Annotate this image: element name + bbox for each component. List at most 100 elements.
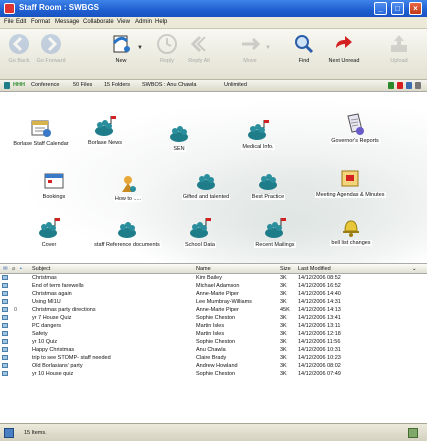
message-icon: [2, 355, 8, 360]
title-bar: Staff Room : SWBGS _ □ ×: [0, 0, 427, 17]
size-cell: 3K: [280, 355, 287, 361]
find-button[interactable]: Find: [286, 31, 322, 77]
menu-view[interactable]: View: [117, 19, 130, 25]
item-staff-reference[interactable]: staff Reference documents: [92, 216, 162, 248]
date-cell: 14/12/2006 14:31: [298, 299, 341, 305]
upload-icon: [391, 35, 407, 52]
name-cell: Martin Isles: [196, 331, 225, 337]
flag-icon[interactable]: [397, 82, 403, 89]
item-sen[interactable]: SEN: [144, 120, 214, 152]
message-icon: [2, 283, 8, 288]
move-button[interactable]: Move: [232, 31, 268, 77]
table-row[interactable]: Happy Christmas Anu Chawla 3K 14/12/2006 10…: [0, 346, 427, 354]
folder-icon: [118, 222, 136, 238]
subject-cell: yr 10 Quiz: [32, 339, 58, 345]
current-user: SWBOS : Anu Chawla: [142, 82, 197, 88]
menu-help[interactable]: Help: [155, 19, 167, 25]
name-cell: Lee Mumbray-Williams: [196, 299, 252, 305]
table-row[interactable]: 0 Christmas party directions Anne-Marie Pi…: [0, 306, 427, 314]
flag-column-icon[interactable]: ▪: [20, 266, 22, 272]
menu-edit[interactable]: Edit: [16, 19, 26, 25]
new-button[interactable]: New: [103, 31, 139, 77]
date-cell: 14/12/2006 08:52: [298, 275, 341, 281]
size-cell: 3K: [280, 315, 287, 321]
table-row[interactable]: Safety Martin Isles 3K 14/12/2006 12:18: [0, 330, 427, 338]
forward-button[interactable]: Go Forward: [33, 31, 69, 77]
settings-icon[interactable]: [415, 82, 421, 89]
name-column-header[interactable]: Name: [196, 266, 211, 272]
table-row[interactable]: End of term farewells Michael Adamson 3K 14…: [0, 282, 427, 290]
subject-column-header[interactable]: Subject: [32, 266, 50, 272]
message-list: Christmas Kim Bailey 3K 14/12/2006 08:52 End…: [0, 274, 427, 423]
item-bell-list-changes[interactable]: bell list changes: [316, 216, 386, 246]
subject-cell: yr 10 House quiz: [32, 371, 74, 377]
folder-icon: [197, 174, 215, 190]
table-row[interactable]: yr 10 Quiz Sophie Cheston 3K 14/12/2006 11:…: [0, 338, 427, 346]
upload-button[interactable]: Upload: [381, 31, 417, 77]
last-modified-column-header[interactable]: Last Modified: [298, 266, 331, 272]
item-best-practice[interactable]: Best Practice: [233, 168, 303, 200]
reply-all-button[interactable]: Reply All: [181, 31, 217, 77]
item-how-to[interactable]: How to .....: [93, 174, 163, 202]
item-medical-info[interactable]: Medical Info.: [223, 118, 293, 150]
item-gifted-talented[interactable]: Gifted and talented: [171, 168, 241, 200]
table-row[interactable]: Old Borlasians' party Andrew Howland 3K 14/…: [0, 362, 427, 370]
table-row[interactable]: Christmas Kim Bailey 3K 14/12/2006 08:52: [0, 274, 427, 282]
table-row[interactable]: trip to see STOMP- staff needed Claire Br…: [0, 354, 427, 362]
attachment-column-icon[interactable]: ⌀: [12, 266, 15, 272]
move-dropdown-chevron-icon[interactable]: ▼: [265, 45, 271, 51]
menu-message[interactable]: Message: [55, 19, 79, 25]
message-icon: [2, 275, 8, 280]
conference-label: Conference: [31, 82, 60, 88]
status-bar: 15 Items.: [0, 423, 427, 441]
window-title: Staff Room : SWBGS: [19, 3, 99, 12]
message-icon: [2, 331, 8, 336]
edit-icon[interactable]: [406, 82, 412, 89]
name-cell: Anne-Marie Piper: [196, 291, 239, 297]
size-cell: 45K: [280, 307, 290, 313]
maximize-button[interactable]: □: [391, 2, 404, 15]
folder-icon: [170, 126, 188, 142]
menu-format[interactable]: Format: [31, 19, 50, 25]
size-cell: 3K: [280, 283, 287, 289]
minimize-button[interactable]: _: [374, 2, 387, 15]
type-column-icon[interactable]: ✉: [3, 266, 8, 272]
item-recent-mailings[interactable]: Recent Mailings: [240, 216, 310, 248]
conference-desktop: Borlase Staff Calendar Borlase News SEN …: [0, 92, 427, 263]
status-check-icon[interactable]: [388, 82, 394, 89]
menu-collaborate[interactable]: Collaborate: [83, 19, 114, 25]
item-staff-calendar[interactable]: Borlase Staff Calendar: [6, 117, 76, 147]
reply-all-icon: [190, 35, 206, 53]
subject-cell: Christmas: [32, 275, 57, 281]
message-icon: [2, 291, 8, 296]
table-row[interactable]: PC dangers Martin Isles 3K 14/12/2006 13:11: [0, 322, 427, 330]
size-column-header[interactable]: Size: [280, 266, 291, 272]
table-row[interactable]: yr 7 House Quiz Sophie Cheston 3K 14/12/200…: [0, 314, 427, 322]
name-cell: Martin Isles: [196, 323, 225, 329]
date-cell: 14/12/2006 08:02: [298, 363, 341, 369]
subject-cell: yr 7 House Quiz: [32, 315, 72, 321]
menu-admin[interactable]: Admin: [135, 19, 152, 25]
item-cover[interactable]: Cover: [14, 216, 84, 248]
name-cell: Anne-Marie Piper: [196, 307, 239, 313]
conference-green-mark: HHH: [13, 82, 25, 88]
table-row[interactable]: yr 10 House quiz Sophie Cheston 3K 14/12/20…: [0, 370, 427, 378]
name-cell: Kim Bailey: [196, 275, 222, 281]
table-row[interactable]: Christmas again Anne-Marie Piper 3K 14/12/2…: [0, 290, 427, 298]
bell-icon: [343, 220, 359, 237]
next-unread-button[interactable]: Next Unread: [326, 31, 362, 77]
item-school-data[interactable]: School Data: [165, 216, 235, 248]
subject-cell: trip to see STOMP- staff needed: [32, 355, 111, 361]
item-governors-reports[interactable]: Governor's Reports: [320, 112, 390, 144]
table-row[interactable]: Using MI1U Lee Mumbray-Williams 3K 14/12/20…: [0, 298, 427, 306]
item-borlase-news[interactable]: Borlase News: [70, 114, 140, 146]
item-meeting-agendas[interactable]: Meeting Agendas & Minutes: [315, 168, 386, 198]
reply-button[interactable]: Reply: [149, 31, 185, 77]
item-bookings[interactable]: Bookings: [19, 170, 89, 200]
new-dropdown-chevron-icon[interactable]: ▼: [137, 45, 143, 51]
sort-chevron-icon[interactable]: ⌄: [412, 266, 417, 272]
menu-file[interactable]: File: [4, 19, 14, 25]
back-button[interactable]: Go Back: [1, 31, 37, 77]
close-button[interactable]: ×: [409, 2, 422, 15]
folder-icon: [259, 174, 277, 190]
